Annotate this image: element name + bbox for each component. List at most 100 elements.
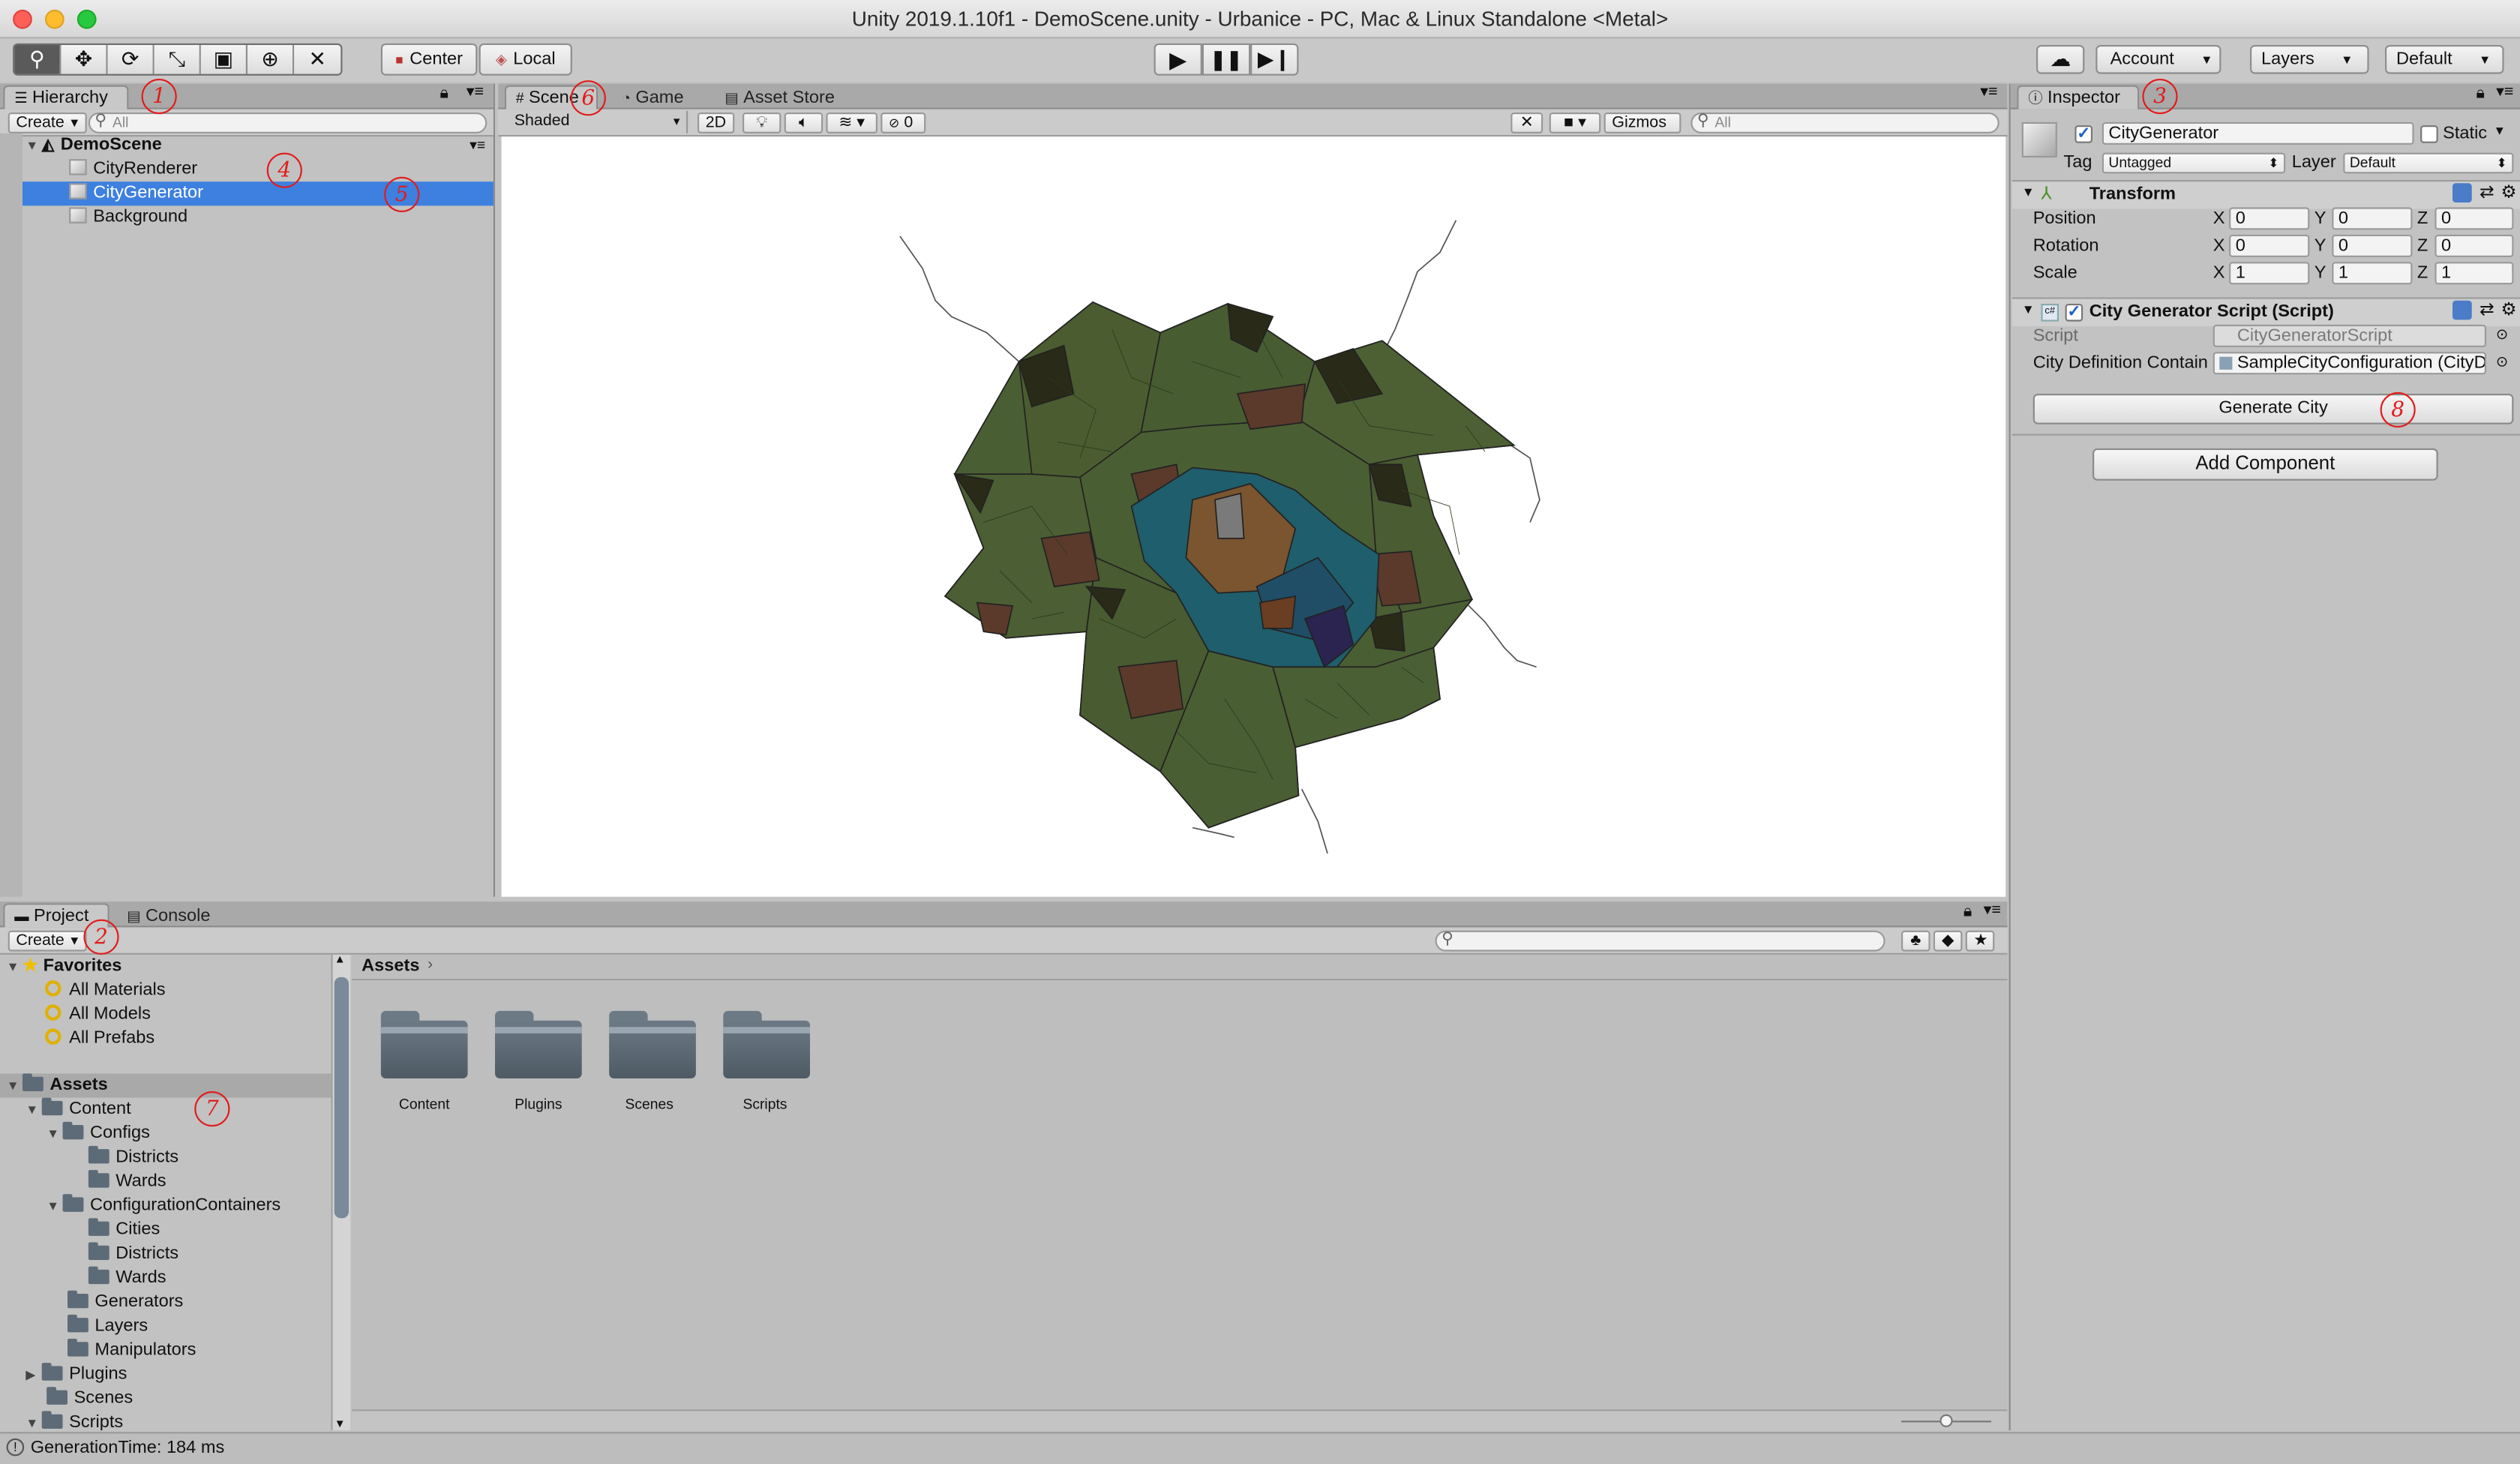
effects-dropdown[interactable]: ≋ ▾ [826, 112, 878, 134]
rotate-tool-icon[interactable]: ⟳ [107, 45, 154, 74]
generate-city-button[interactable]: Generate City [2032, 394, 2514, 424]
scene-menu-icon[interactable]: ▾≡ [470, 134, 485, 158]
expand-arrow-icon[interactable]: ▼ [7, 1073, 22, 1097]
tree-item-generators[interactable]: Generators [0, 1290, 183, 1315]
help-icon[interactable] [2452, 300, 2472, 320]
scale-y-field[interactable]: 1 [2332, 262, 2413, 285]
asset-folder-content[interactable] [380, 1010, 468, 1078]
rect-tool-icon[interactable]: ▣ [200, 45, 248, 74]
tag-dropdown[interactable]: Untagged [2102, 152, 2286, 174]
favorite-item-all-prefabs[interactable]: All Prefabs [0, 1027, 154, 1051]
tree-item-scripts[interactable]: ▼ Scripts [0, 1411, 123, 1430]
tree-item-wards[interactable]: Wards [0, 1169, 166, 1194]
search-by-label-icon[interactable]: ◆ [1933, 930, 1963, 952]
custom-tool-icon[interactable]: ✕ [294, 45, 341, 74]
object-name-field[interactable]: CityGenerator [2102, 122, 2414, 145]
breadcrumb-assets[interactable]: Assets [362, 956, 419, 976]
gear-icon[interactable]: ⚙ [2501, 299, 2517, 320]
lock-icon[interactable]: 🔒︎ [2476, 86, 2484, 104]
static-dropdown-icon[interactable]: ▾ [2496, 122, 2504, 140]
layer-dropdown[interactable]: Default [2343, 152, 2514, 174]
2d-toggle[interactable]: 2D [698, 112, 734, 134]
asset-folder-scripts[interactable] [723, 1010, 810, 1078]
tree-item-configs[interactable]: ▼ Configs [0, 1121, 150, 1146]
tree-scrollbar-thumb[interactable] [334, 976, 349, 1219]
asset-folder-plugins[interactable] [495, 1010, 582, 1078]
search-by-type-icon[interactable]: ♣ [1901, 930, 1930, 952]
collapsed-arrow-icon[interactable]: ▶ [26, 1363, 41, 1387]
tree-item-wards-2[interactable]: Wards [0, 1266, 166, 1291]
rotation-y-field[interactable]: 0 [2332, 234, 2413, 257]
tab-game[interactable]: ◔ Game [610, 86, 694, 110]
camera-dropdown[interactable]: ■ ▾ [1549, 112, 1601, 134]
hierarchy-item-background[interactable]: Background [0, 206, 495, 230]
scene-viewport[interactable] [501, 136, 2006, 897]
tree-item-configurationcontainers[interactable]: ▼ ConfigurationContainers [0, 1194, 280, 1218]
scroll-down-icon[interactable]: ▼ [334, 1419, 346, 1430]
play-button[interactable]: ▶ [1154, 43, 1202, 76]
favorites-star-icon[interactable]: ★ [1965, 930, 1995, 952]
city-definition-field[interactable]: SampleCityConfiguration (CityD [2212, 352, 2486, 375]
rotation-z-field[interactable]: 0 [2434, 234, 2514, 257]
scene-search-input[interactable]: All [1690, 112, 2000, 134]
transform-component-header[interactable]: ▼ ⅄ Transform ⇄ ⚙ [2012, 180, 2520, 209]
account-dropdown[interactable]: Account [2096, 45, 2222, 74]
hierarchy-search-input[interactable]: All [88, 112, 488, 134]
active-checkbox[interactable]: ✓ [2074, 125, 2092, 143]
position-z-field[interactable]: 0 [2434, 207, 2514, 230]
hierarchy-create-button[interactable]: Create [8, 112, 86, 134]
object-picker-icon[interactable]: ⊙ [2496, 326, 2508, 344]
expand-arrow-icon[interactable]: ▼ [26, 1411, 41, 1430]
lighting-toggle[interactable]: 💡︎ [742, 112, 782, 134]
favorite-item-all-models[interactable]: All Models [0, 1003, 151, 1027]
rotation-x-field[interactable]: 0 [2229, 234, 2310, 257]
expand-arrow-icon[interactable]: ▼ [7, 955, 22, 979]
position-x-field[interactable]: 0 [2229, 207, 2310, 230]
scale-x-field[interactable]: 1 [2229, 262, 2310, 285]
tree-item-districts[interactable]: Districts [0, 1145, 178, 1170]
hand-tool-icon[interactable]: ⚲ [14, 45, 62, 74]
tree-item-scenes[interactable]: Scenes [0, 1387, 133, 1411]
expand-arrow-icon[interactable]: ▼ [2022, 302, 2035, 316]
expand-arrow-icon[interactable]: ▼ [26, 134, 41, 158]
tree-item-manipulators[interactable]: Manipulators [0, 1338, 196, 1363]
step-button[interactable]: ▶❙ [1250, 43, 1299, 76]
tree-item-layers[interactable]: Layers [0, 1314, 148, 1339]
object-picker-icon[interactable]: ⊙ [2496, 353, 2508, 371]
tab-inspector[interactable]: ⓘ Inspector [2017, 85, 2140, 110]
hidden-objects-toggle[interactable]: ⊘ 0 [880, 112, 926, 134]
pause-button[interactable]: ❚❚ [1202, 43, 1251, 76]
lock-icon[interactable]: 🔒︎ [440, 86, 448, 104]
shading-mode-dropdown[interactable]: Shaded ▾ [505, 110, 688, 134]
favorite-item-all-materials[interactable]: All Materials [0, 979, 166, 1003]
project-search-input[interactable] [1435, 930, 1886, 952]
panel-menu-icon[interactable]: ▾≡ [1980, 83, 1997, 101]
tree-scrollbar[interactable]: ▲ ▼ [331, 954, 351, 1431]
favorites-row[interactable]: ▼ ★ Favorites [0, 955, 122, 979]
layout-dropdown[interactable]: Default [2385, 45, 2504, 74]
tab-console[interactable]: ▤ Console [116, 903, 221, 927]
asset-folder-scenes[interactable] [609, 1010, 696, 1078]
zoom-slider-thumb[interactable] [1940, 1414, 1953, 1427]
position-y-field[interactable]: 0 [2332, 207, 2413, 230]
lock-icon[interactable]: 🔒︎ [1964, 903, 1972, 921]
assets-root-row[interactable]: ▼ Assets [0, 1073, 332, 1098]
scene-root-row[interactable]: ▼ ◭ DemoScene ▾≡ [0, 134, 495, 158]
scroll-up-icon[interactable]: ▲ [334, 955, 346, 966]
help-icon[interactable] [2452, 183, 2472, 202]
expand-arrow-icon[interactable]: ▼ [46, 1194, 62, 1218]
script-enabled-checkbox[interactable]: ✓ [2065, 304, 2084, 322]
panel-menu-icon[interactable]: ▾≡ [1984, 902, 2001, 920]
tree-item-content[interactable]: ▼ Content [0, 1097, 131, 1122]
hierarchy-item-cityrenderer[interactable]: CityRenderer [0, 158, 495, 182]
project-create-button[interactable]: Create [8, 930, 86, 952]
tree-item-plugins[interactable]: ▶ Plugins [0, 1363, 127, 1387]
collab-cloud-button[interactable]: ☁ [2036, 45, 2085, 74]
panel-menu-icon[interactable]: ▾≡ [2496, 83, 2513, 101]
static-checkbox[interactable]: ✓ [2420, 125, 2438, 143]
preset-icon[interactable]: ⇄ [2480, 182, 2494, 202]
transform-tool-icon[interactable]: ⊕ [248, 45, 295, 74]
add-component-button[interactable]: Add Component [2092, 448, 2438, 481]
expand-arrow-icon[interactable]: ▼ [26, 1098, 41, 1122]
move-tool-icon[interactable]: ✥ [61, 45, 108, 74]
